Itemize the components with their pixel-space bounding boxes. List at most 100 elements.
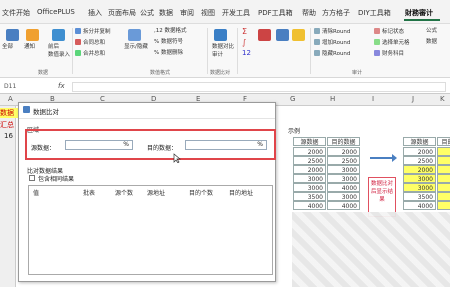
list-header-batch[interactable]: 批表	[83, 188, 95, 197]
table-cell[interactable]: 2500	[327, 156, 360, 165]
cell-a3[interactable]: 16	[4, 132, 13, 140]
ribbon-btn-1[interactable]: 全部	[2, 44, 13, 51]
tab-page-layout[interactable]: 页面布局	[108, 8, 136, 18]
group-label-2: 数值格式	[150, 70, 171, 76]
list-header-value[interactable]: 值	[33, 188, 39, 197]
table-cell[interactable]: 3000	[403, 183, 436, 192]
table-cell[interactable]: 2000	[403, 165, 436, 174]
tab-insert[interactable]: 插入	[88, 8, 102, 18]
table-cell[interactable]: 3500	[293, 192, 326, 201]
table-cell[interactable]: 3000	[403, 174, 436, 183]
result-list[interactable]: 值 批表 源个数 源地址 目的个数 目的地址	[28, 185, 273, 275]
col-header[interactable]: I	[372, 95, 374, 103]
col-header[interactable]: G	[290, 95, 295, 103]
ribbon-btn-formula[interactable]: 公式	[426, 28, 437, 35]
tab-home[interactable]: 开始	[16, 8, 30, 18]
list-header-tgt-address[interactable]: 目的地址	[229, 188, 253, 197]
table-header[interactable]: 源数据	[403, 137, 436, 146]
table-header[interactable]: 目的数据	[327, 137, 360, 146]
arrow-right-icon	[370, 154, 397, 162]
ribbon-btn-data[interactable]: 数据	[426, 39, 437, 46]
col-header[interactable]: H	[330, 95, 335, 103]
tab-data[interactable]: 数据	[159, 8, 173, 18]
col-header[interactable]: J	[412, 95, 414, 103]
ribbon-btn-compare[interactable]: 数据对比	[212, 44, 234, 51]
cell-a1[interactable]: 数据	[0, 108, 18, 118]
ribbon-btn-add-round[interactable]: 增加Round	[314, 39, 350, 47]
ribbon-btn-split[interactable]: 拆分并复制	[75, 28, 111, 36]
table-cell[interactable]: 3500	[403, 192, 436, 201]
ribbon-btn-4[interactable]: 数值录入	[48, 52, 70, 59]
table-cell[interactable]	[437, 165, 450, 174]
tab-formulas[interactable]: 公式	[140, 8, 154, 18]
ribbon-btn-select-cell[interactable]: 选择单元格	[374, 39, 410, 47]
integral-icon[interactable]: ∫	[242, 39, 246, 47]
table-header[interactable]: 目的数据	[437, 137, 450, 146]
ribbon-btn-mark-status[interactable]: 标记状态	[374, 28, 404, 36]
table-cell[interactable]: 3000	[327, 192, 360, 201]
table-cell[interactable]: 3000	[293, 174, 326, 183]
tab-review[interactable]: 审阅	[180, 8, 194, 18]
sigma-icon[interactable]: Σ	[242, 28, 247, 36]
tab-diy-tools[interactable]: DIY工具箱	[358, 8, 391, 18]
table-cell[interactable]: 2000	[293, 147, 326, 156]
include-same-checkbox[interactable]	[29, 175, 35, 181]
list-header-tgt-count[interactable]: 目的个数	[189, 188, 213, 197]
table-cell[interactable]: 2000	[293, 165, 326, 174]
ribbon-btn-clear-round[interactable]: 清除Round	[314, 28, 350, 36]
table-cell[interactable]: 3000	[293, 183, 326, 192]
ribbon-btn-finance-subject[interactable]: 财务科目	[374, 50, 404, 58]
split-icon	[75, 28, 81, 34]
list-header-src-address[interactable]: 源地址	[147, 188, 165, 197]
excel-window: 文件 开始 OfficePLUS 插入 页面布局 公式 数据 审阅 视图 开发工…	[0, 0, 450, 287]
table-cell[interactable]: 4000	[327, 201, 360, 210]
tab-pdf-tools[interactable]: PDF工具箱	[258, 8, 293, 18]
round-icon	[314, 50, 320, 56]
col-header[interactable]: K	[440, 95, 445, 103]
cell-a2[interactable]: 汇总	[0, 120, 14, 130]
table-cell[interactable]: 3000	[327, 174, 360, 183]
table-cell[interactable]: 4000	[327, 183, 360, 192]
col-header[interactable]: A	[8, 95, 13, 103]
ribbon-btn-delete[interactable]: % 数据删除	[154, 50, 183, 57]
table-cell[interactable]	[437, 147, 450, 156]
list-header-src-count[interactable]: 源个数	[115, 188, 133, 197]
ribbon-btn-total[interactable]: 合并总和	[75, 50, 105, 58]
tab-finance-audit[interactable]: 財務審计	[405, 8, 433, 18]
ribbon-btn-2[interactable]: 通知	[24, 44, 35, 51]
ribbon-btn-percent[interactable]: % 数据符号	[154, 39, 183, 46]
tab-view[interactable]: 视图	[201, 8, 215, 18]
blue-mark-icon	[276, 29, 289, 41]
tab-developer[interactable]: 开发工具	[222, 8, 250, 18]
ribbon-btn-format[interactable]: ,12 数据格式	[154, 28, 187, 35]
table-header[interactable]: 源数据	[293, 137, 326, 146]
number-icon[interactable]: 12	[242, 50, 251, 57]
tgt-range-input[interactable]: %	[185, 140, 267, 150]
tab-file[interactable]: 文件	[2, 8, 16, 18]
table-cell[interactable]	[437, 192, 450, 201]
ribbon-btn-hide-round[interactable]: 隐藏Round	[314, 50, 350, 58]
table-cell[interactable]: 2500	[293, 156, 326, 165]
group-separator	[207, 28, 208, 74]
formula-input[interactable]	[72, 82, 446, 92]
tab-help[interactable]: 帮助	[302, 8, 316, 18]
fx-icon[interactable]: fx	[58, 82, 65, 90]
ribbon-btn-merge[interactable]: 合同总和	[75, 39, 105, 47]
tab-fangfang[interactable]: 方方格子	[322, 8, 350, 18]
ribbon-btn-audit[interactable]: 审计	[212, 52, 223, 59]
ribbon-btn-display[interactable]: 显示/隐藏	[124, 44, 148, 51]
table-cell[interactable]: 4000	[293, 201, 326, 210]
table-cell[interactable]: 3000	[327, 165, 360, 174]
table-cell[interactable]: 2000	[403, 147, 436, 156]
tab-officeplus[interactable]: OfficePLUS	[37, 8, 75, 16]
table-cell[interactable]	[437, 201, 450, 210]
table-cell[interactable]	[437, 183, 450, 192]
name-box[interactable]: D11	[4, 83, 16, 90]
table-cell[interactable]	[437, 156, 450, 165]
src-range-input[interactable]: %	[65, 140, 133, 150]
table-cell[interactable]	[437, 174, 450, 183]
table-cell[interactable]: 2000	[327, 147, 360, 156]
table-cell[interactable]: 4000	[403, 201, 436, 210]
table-cell[interactable]: 2500	[403, 156, 436, 165]
ribbon-btn-3[interactable]: 前后	[48, 44, 59, 51]
